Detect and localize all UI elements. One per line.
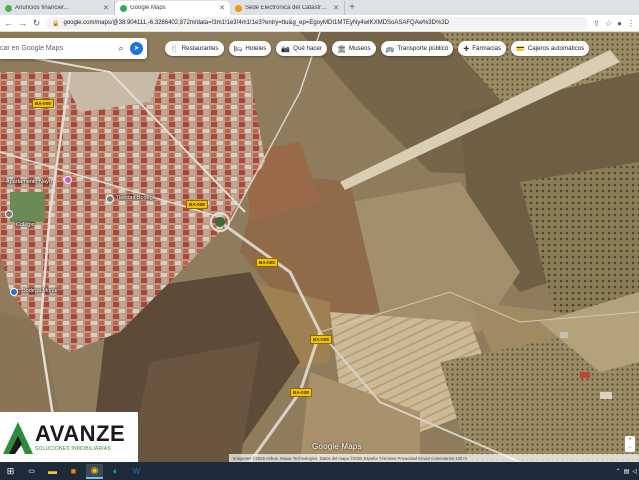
pharmacy-icon: ✚ [463,45,470,53]
satellite-map[interactable]: BA-008 BA-008 BA-008 BA-008 BA-008 Apart… [0,32,639,462]
avanze-logo-icon [3,422,33,454]
task-view-icon[interactable]: ▭ [23,464,40,479]
chevron-up-icon[interactable]: ⌃ [616,468,621,475]
road-shield: BA-008 [186,200,208,209]
place-pin-icon[interactable] [106,195,114,203]
search-input[interactable]: car en Google Maps [0,45,115,52]
network-icon[interactable]: ▤ [624,468,630,475]
browser-tab-1[interactable]: Google Maps ✕ [115,1,230,15]
forward-icon[interactable]: → [18,18,27,28]
road-shield: BA-008 [32,99,54,108]
tab-favicon-icon [120,4,127,12]
watermark-brand: AVANZE [35,420,126,446]
tab-title: Google Maps [130,5,166,11]
start-icon[interactable]: ⊞ [2,464,19,479]
edge-icon[interactable]: ◐ [107,464,124,479]
satellite-imagery [0,32,639,462]
volume-icon[interactable]: ◁ [632,468,637,475]
browser-tab-strip: Anuncios financier... ✕ Google Maps ✕ Se… [0,0,639,15]
tab-title: Anuncios financier... [15,5,69,11]
chip-museums[interactable]: 🏛 Museos [332,41,376,56]
profile-icon[interactable]: ● [617,19,622,28]
maps-search-box[interactable]: car en Google Maps ⌕ ➤ [0,38,147,59]
search-icon[interactable]: ⌕ [115,43,127,54]
system-tray: ⌃ ▤ ◁ [616,468,637,475]
place-label[interactable]: Bodega Monte [22,288,58,294]
google-maps-logo: Google Maps [312,442,362,451]
zoom-control[interactable]: + − [625,436,635,452]
browser-tab-0[interactable]: Anuncios financier... ✕ [0,1,115,15]
share-icon[interactable]: ⇪ [593,19,600,28]
folder-icon[interactable]: ▬ [44,464,61,479]
camera-icon: 📷 [281,45,291,53]
place-label[interactable]: Apartamento Nayu [6,179,52,185]
museum-icon: 🏛 [337,45,346,53]
road-shield: BA-008 [290,388,312,397]
app-icon[interactable]: ■ [65,464,82,479]
star-icon[interactable]: ☆ [605,19,612,28]
browser-tab-2[interactable]: Sede Electrónica del Catastro - ... ✕ [230,1,345,15]
place-pin-icon[interactable] [10,288,18,296]
word-icon[interactable]: W [128,464,145,479]
atm-icon: 💳 [516,45,525,53]
windows-taskbar: ⊞ ▭ ▬ ■ ◉ ◐ W ⌃ ▤ ◁ [0,462,639,480]
browser-toolbar: ← → ↻ 🔒 google.com/maps/@38.904111,-6.32… [0,15,639,32]
lock-icon: 🔒 [52,20,60,27]
directions-icon[interactable]: ➤ [130,42,143,55]
category-chips: 🍴 Restaurantes 🛏 Hoteles 📷 Qué hacer 🏛 Museo… [165,41,590,56]
tab-favicon-icon [235,4,242,12]
chip-atms[interactable]: 💳 Cajeros automáticos [511,41,590,56]
menu-icon[interactable]: ⋮ [627,19,635,28]
place-label[interactable]: Colegio [16,222,35,228]
chip-hotels[interactable]: 🛏 Hoteles [228,41,272,56]
place-pin-icon[interactable] [64,176,72,184]
chrome-icon[interactable]: ◉ [86,463,103,479]
watermark-subtitle: SOLUCIONES INMOBILIARIAS [35,445,111,452]
back-icon[interactable]: ← [4,18,13,28]
address-bar[interactable]: 🔒 google.com/maps/@38.904111,-6.3286402,… [46,16,589,30]
bus-icon: 🚌 [385,45,395,53]
tab-close-icon[interactable]: ✕ [333,4,339,12]
road-shield: BA-008 [256,258,278,267]
bed-icon: 🛏 [233,45,243,53]
chip-pharmacies[interactable]: ✚ Farmacias [458,41,507,56]
road-shield: BA-008 [310,335,332,344]
tab-favicon-icon [5,4,12,12]
tab-close-icon[interactable]: ✕ [103,4,109,12]
chip-transit[interactable]: 🚌 Transporte público [380,41,454,56]
tab-close-icon[interactable]: ✕ [219,4,225,12]
new-tab-button[interactable]: + [345,1,359,15]
tab-title: Sede Electrónica del Catastro - ... [245,5,331,11]
fork-knife-icon: 🍴 [170,45,179,53]
chip-things-to-do[interactable]: 📷 Qué hacer [276,41,328,56]
place-label[interactable]: Tiendas Bodega [116,195,156,201]
avanze-watermark: AVANZE SOLUCIONES INMOBILIARIAS [0,412,138,462]
place-pin-icon[interactable] [5,210,13,218]
map-attribution: Imágenes ©2025 Airbus, Maxar Technologie… [229,454,639,462]
chip-restaurants[interactable]: 🍴 Restaurantes [165,41,224,56]
url-text: google.com/maps/@38.904111,-6.3286402,87… [63,20,449,26]
reload-icon[interactable]: ↻ [32,18,41,29]
